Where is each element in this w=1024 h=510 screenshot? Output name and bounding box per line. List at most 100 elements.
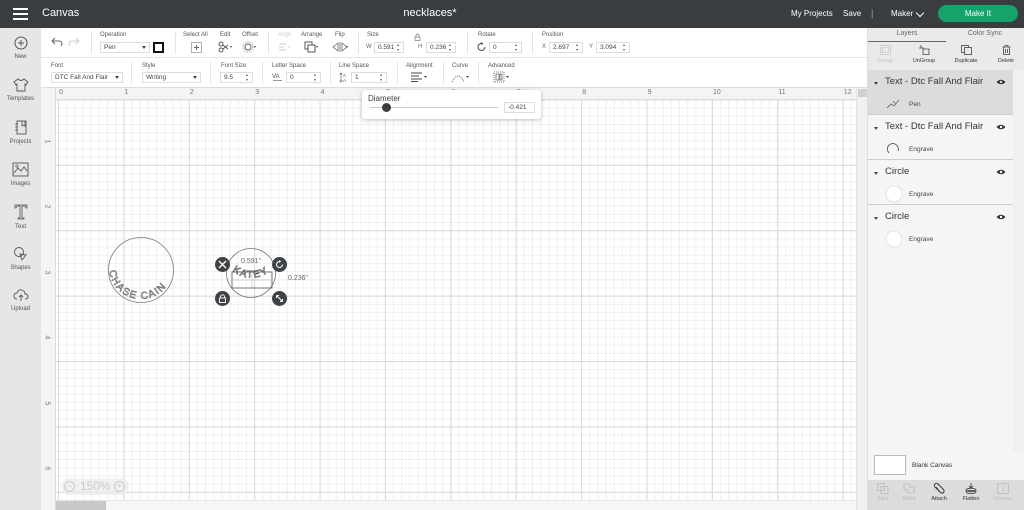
ruler-x-label: 10 [713,89,721,96]
curve-icon[interactable] [451,72,471,83]
align-label: Align [278,32,292,38]
ruler-x-label: 12 [843,89,852,96]
alignment-icon[interactable] [410,72,429,82]
style-select[interactable]: Writing [142,72,201,83]
font-size-input[interactable]: 9.5 [220,72,253,83]
sidebar-item-new[interactable]: New [0,36,41,60]
action-label: Duplicate [954,58,978,64]
position-y-input[interactable]: 3.094 [596,42,630,53]
paperclip-icon [933,483,945,494]
font-size-value: 9.5 [224,74,234,81]
letter-space-input[interactable]: 0 [286,72,321,83]
letter-space-value: 0 [290,74,294,81]
position-x-input[interactable]: 2.697 [549,42,583,53]
document-title: necklaces* [403,7,457,19]
offset-icon[interactable] [242,41,258,53]
diameter-slider-handle[interactable] [382,103,391,112]
zoom-out-button[interactable]: − [64,481,75,492]
flip-icon[interactable] [332,41,349,53]
edit-scissors-icon[interactable] [218,41,234,53]
sidebar-item-text[interactable]: Text [0,204,41,230]
rotate-label: Rotate [478,32,496,38]
position-label: Position [542,32,564,38]
eye-icon[interactable] [996,79,1006,85]
eye-icon[interactable] [996,169,1006,175]
sidebar-item-templates[interactable]: Templates [0,78,41,102]
my-projects-link[interactable]: My Projects [791,9,833,18]
resize-handle[interactable] [272,291,287,306]
blank-canvas-swatch[interactable] [874,455,906,475]
make-it-button[interactable]: Make It [938,5,1018,22]
sidebar-item-images[interactable]: Images [0,162,41,187]
attach-button[interactable]: Attach [924,483,954,502]
expand-triangle-icon[interactable] [874,127,878,130]
font-select[interactable]: DTC Fall And Flair [51,72,123,83]
diameter-input[interactable]: -0.421 [504,102,535,113]
tab-color-sync[interactable]: Color Sync [946,30,1024,37]
flatten-button[interactable]: Flatten [956,483,986,502]
eye-icon[interactable] [996,214,1006,220]
advanced-icon[interactable] [493,71,510,83]
layer-item[interactable]: Text - Dtc Fall And Flair Pen [868,70,1013,115]
pen-layer-icon [886,99,900,109]
redo-icon[interactable] [68,37,80,47]
layer-item[interactable]: Circle Engrave [868,160,1013,205]
circle-layer-icon [885,230,903,248]
x-label: X [542,44,547,50]
design-canvas[interactable]: 0123456789101112 123456 CHASE CAIN KATEY… [41,88,867,510]
save-button[interactable]: Save [843,9,861,18]
delete-handle[interactable] [215,257,230,272]
color-swatch[interactable] [153,42,164,53]
duplicate-button[interactable]: Duplicate [947,45,985,64]
arrange-icon[interactable] [304,41,320,53]
size-label: Size [367,32,379,38]
rotate-input[interactable]: 0 [489,42,522,53]
circle-chase-cain[interactable]: CHASE CAIN [101,233,181,313]
horizontal-scrollbar[interactable] [56,500,856,510]
layers-scrollbar[interactable] [1013,70,1024,452]
height-input[interactable]: 0.236 [426,42,456,53]
scroll-thumb[interactable] [858,89,867,97]
eye-icon[interactable] [996,124,1006,130]
scroll-thumb[interactable] [56,501,106,510]
sidebar-item-upload[interactable]: Upload [0,288,41,312]
weld-button[interactable]: Weld [894,483,924,502]
delete-button[interactable]: Delete [987,45,1024,64]
expand-triangle-icon[interactable] [874,217,878,220]
line-space-label: Line Space [339,63,370,69]
rotate-icon [275,260,284,269]
action-label: UnGroup [912,58,936,64]
sidebar-item-shapes[interactable]: Shapes [0,246,41,271]
text-toolbar: Font DTC Fall And Flair Style Writing Fo… [41,58,867,88]
ruler-y-label: 6 [43,466,51,471]
ungroup-button[interactable]: UnGroup [905,45,943,64]
layer-actions: Group UnGroup Duplicate Delete [868,42,1024,70]
rotate-handle[interactable] [272,257,287,272]
zoom-level: 150% [80,479,111,493]
zoom-in-button[interactable]: + [114,481,125,492]
undo-icon[interactable] [51,37,63,47]
position-y-value: 3.094 [600,44,617,51]
style-label: Style [142,63,156,69]
sidebar-item-projects[interactable]: Projects [0,120,41,145]
line-space-icon: AA [339,72,346,83]
line-space-input[interactable]: 1 [351,72,387,83]
vertical-scrollbar[interactable] [856,88,867,510]
tab-layers[interactable]: Layers [868,30,946,37]
layer-item[interactable]: Text - Dtc Fall And Flair Engrave [868,115,1013,160]
expand-triangle-icon[interactable] [874,172,878,175]
group-button[interactable]: Group [866,45,904,64]
letter-space-label: Letter Space [272,63,307,69]
layer-item[interactable]: Circle Engrave [868,205,1013,250]
operation-select[interactable]: Pen [100,42,150,53]
chevron-down-icon[interactable] [915,8,925,18]
lock-aspect-icon[interactable] [414,33,421,41]
ruler-y-label: 1 [43,139,51,144]
select-all-icon[interactable] [191,42,202,53]
expand-triangle-icon[interactable] [874,82,878,85]
curved-text-layer-icon [886,143,899,154]
machine-select[interactable]: Maker [891,9,913,18]
lock-handle[interactable] [215,291,230,306]
contour-button[interactable]: Contour [988,483,1018,502]
width-input[interactable]: 0.591 [374,42,404,53]
